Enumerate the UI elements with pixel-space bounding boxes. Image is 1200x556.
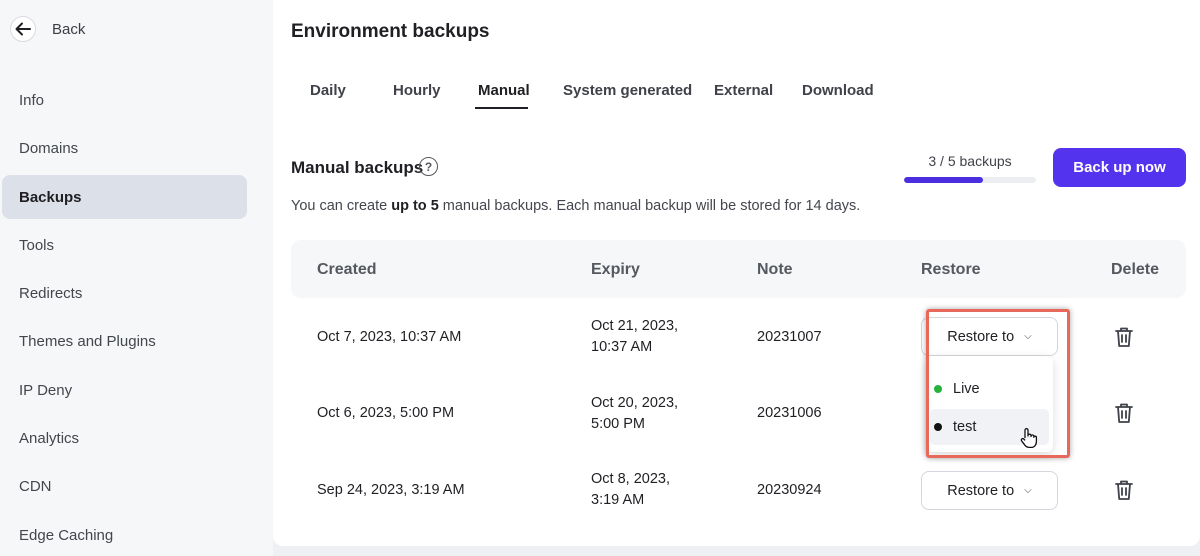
column-delete: Delete	[1111, 261, 1160, 278]
hand-pointer-icon	[1020, 427, 1038, 449]
backup-usage-bar	[904, 177, 1036, 183]
tab-daily[interactable]: Daily	[310, 82, 346, 99]
row-note: 20231007	[757, 329, 822, 345]
question-circle-icon[interactable]: ?	[419, 157, 438, 176]
back-up-now-button[interactable]: Back up now	[1053, 148, 1186, 187]
trash-icon[interactable]	[1114, 402, 1134, 424]
sidebar-item-backups[interactable]: Backups	[2, 175, 247, 219]
status-dot-icon	[934, 385, 942, 393]
sidebar-item-info[interactable]: Info	[2, 78, 247, 122]
backup-usage-fill	[904, 177, 984, 183]
row-expiry: Oct 20, 2023, 5:00 PM	[591, 395, 679, 432]
trash-icon[interactable]	[1114, 326, 1134, 348]
row-created: Oct 7, 2023, 10:37 AM	[317, 329, 462, 345]
row-note: 20231006	[757, 405, 822, 421]
restore-to-label: Restore to	[947, 482, 1015, 499]
column-expiry: Expiry	[591, 261, 640, 278]
tab-manual[interactable]: Manual	[478, 82, 530, 99]
section-title: Manual backups	[291, 158, 424, 177]
row-expiry: Oct 8, 2023, 3:19 AM	[591, 471, 670, 508]
restore-to-dropdown[interactable]: Restore to ⌵	[921, 317, 1058, 356]
sidebar-item-analytics[interactable]: Analytics	[2, 416, 247, 460]
tab-hourly[interactable]: Hourly	[393, 82, 441, 99]
backup-usage-label: 3 / 5 backups	[928, 153, 1012, 169]
row-created: Oct 6, 2023, 5:00 PM	[317, 405, 455, 421]
restore-option-label: Live	[953, 381, 980, 397]
restore-to-label: Restore to	[947, 328, 1015, 345]
desc-post: manual backups. Each manual backup will …	[438, 198, 861, 214]
arrow-left-icon	[15, 22, 31, 36]
sidebar-item-themes-and-plugins[interactable]: Themes and Plugins	[2, 319, 247, 363]
back-button[interactable]: Back	[10, 16, 85, 42]
tab-download[interactable]: Download	[802, 82, 874, 99]
sidebar-item-tools[interactable]: Tools	[2, 223, 247, 267]
sidebar-item-domains[interactable]: Domains	[2, 126, 247, 170]
column-created: Created	[317, 261, 377, 278]
sidebar-item-edge-caching[interactable]: Edge Caching	[2, 513, 247, 556]
desc-limit: up to 5	[391, 198, 439, 214]
chevron-down-icon: ⌵	[1024, 485, 1032, 496]
manual-backup-description: You can create up to 5 manual backups. E…	[291, 198, 860, 214]
desc-pre: You can create	[291, 198, 392, 214]
status-dot-icon	[934, 423, 942, 431]
sidebar-item-ip-deny[interactable]: IP Deny	[2, 368, 247, 412]
back-label: Back	[52, 20, 86, 38]
active-tab-indicator	[475, 107, 528, 109]
trash-icon[interactable]	[1114, 479, 1134, 501]
chevron-down-icon: ⌵	[1024, 331, 1032, 342]
back-circle[interactable]	[10, 16, 36, 42]
column-restore: Restore	[921, 261, 981, 278]
row-note: 20230924	[757, 482, 822, 498]
sidebar-item-redirects[interactable]: Redirects	[2, 271, 247, 315]
column-note: Note	[757, 261, 793, 278]
row-expiry: Oct 21, 2023, 10:37 AM	[591, 318, 679, 355]
main-panel: Environment backups Daily Hourly Manual …	[273, 0, 1200, 546]
tab-system-generated[interactable]: System generated	[563, 82, 692, 99]
row-created: Sep 24, 2023, 3:19 AM	[317, 482, 465, 498]
restore-to-dropdown[interactable]: Restore to ⌵	[921, 471, 1058, 510]
sidebar-item-cdn[interactable]: CDN	[2, 464, 247, 508]
table-header: Created Expiry Note Restore Delete	[291, 240, 1186, 298]
restore-option-live[interactable]: Live	[930, 371, 1049, 407]
page-title: Environment backups	[291, 21, 490, 42]
sidebar: Back Info Domains Backups Tools Redirect…	[0, 0, 273, 556]
restore-option-label: test	[953, 419, 977, 435]
tab-external[interactable]: External	[714, 82, 773, 99]
